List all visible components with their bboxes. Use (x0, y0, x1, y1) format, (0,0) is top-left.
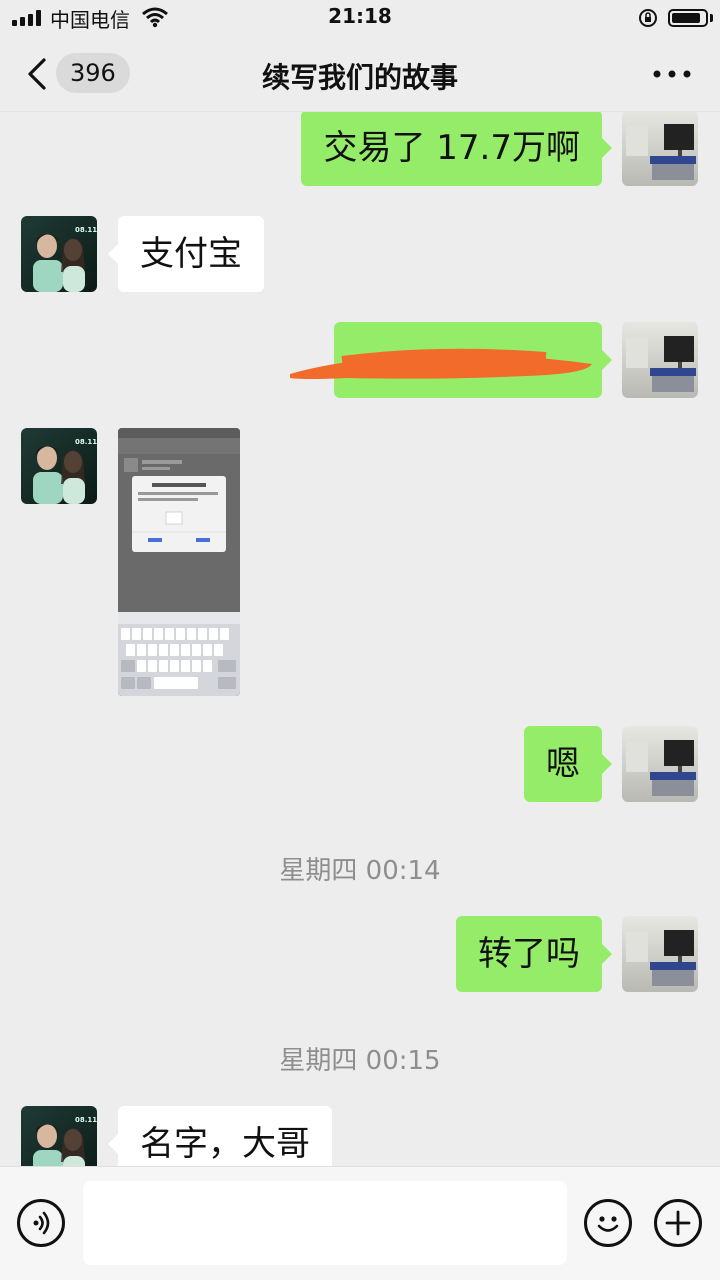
avatar-self[interactable] (622, 726, 698, 802)
message-list[interactable]: 交易了 17.7万啊 08.11 支付宝 08.11 嗯 星期四 00:14 转… (0, 112, 720, 1166)
message-bubble[interactable]: 名字，大哥 (108, 1106, 332, 1166)
battery-icon (668, 9, 708, 27)
message-bubble[interactable]: 转了吗 (456, 916, 612, 992)
status-time: 21:18 (328, 4, 392, 28)
shared-screenshot-image[interactable] (118, 428, 240, 696)
emoji-icon (597, 1216, 619, 1232)
avatar-self[interactable] (622, 322, 698, 398)
svg-text:08.11: 08.11 (75, 1116, 97, 1124)
voice-button[interactable] (17, 1199, 65, 1247)
svg-text:08.11: 08.11 (75, 438, 97, 446)
svg-text:08.11: 08.11 (75, 226, 97, 234)
message-sent (0, 322, 720, 398)
message-sent: 转了吗 (0, 916, 720, 992)
chat-title: 续写我们的故事 (261, 61, 458, 94)
plus-button[interactable] (654, 1199, 702, 1247)
message-bubble[interactable]: 嗯 (524, 726, 612, 802)
avatar-contact[interactable]: 08.11 (21, 216, 97, 292)
message-received-image: 08.11 (0, 428, 720, 696)
avatar-self[interactable] (622, 112, 698, 186)
voice-icon (33, 1211, 50, 1235)
message-input[interactable] (83, 1181, 567, 1265)
status-bar: 中国电信 21:18 (0, 0, 720, 36)
rotation-lock-icon (639, 9, 657, 27)
emoji-button[interactable] (584, 1199, 632, 1247)
chat-timestamp: 星期四 00:15 (279, 1046, 441, 1076)
message-sent: 嗯 (0, 726, 720, 802)
message-received: 08.11 名字，大哥 (0, 1106, 720, 1166)
avatar-contact[interactable]: 08.11 (21, 428, 97, 504)
message-received: 08.11 支付宝 (0, 216, 720, 292)
message-sent: 交易了 17.7万啊 (0, 112, 720, 188)
message-bubble[interactable]: 交易了 17.7万啊 (301, 112, 612, 186)
input-bar (0, 1166, 720, 1280)
plus-icon (665, 1210, 691, 1236)
chat-timestamp: 星期四 00:14 (279, 856, 441, 886)
message-bubble[interactable]: 支付宝 (108, 216, 264, 292)
avatar-contact[interactable]: 08.11 (21, 1106, 97, 1166)
chat-header: 396 续写我们的故事 (0, 36, 720, 112)
battery-tip (710, 14, 713, 22)
redaction-scribble (290, 348, 592, 379)
more-icon[interactable] (652, 70, 692, 78)
avatar-self[interactable] (622, 916, 698, 992)
